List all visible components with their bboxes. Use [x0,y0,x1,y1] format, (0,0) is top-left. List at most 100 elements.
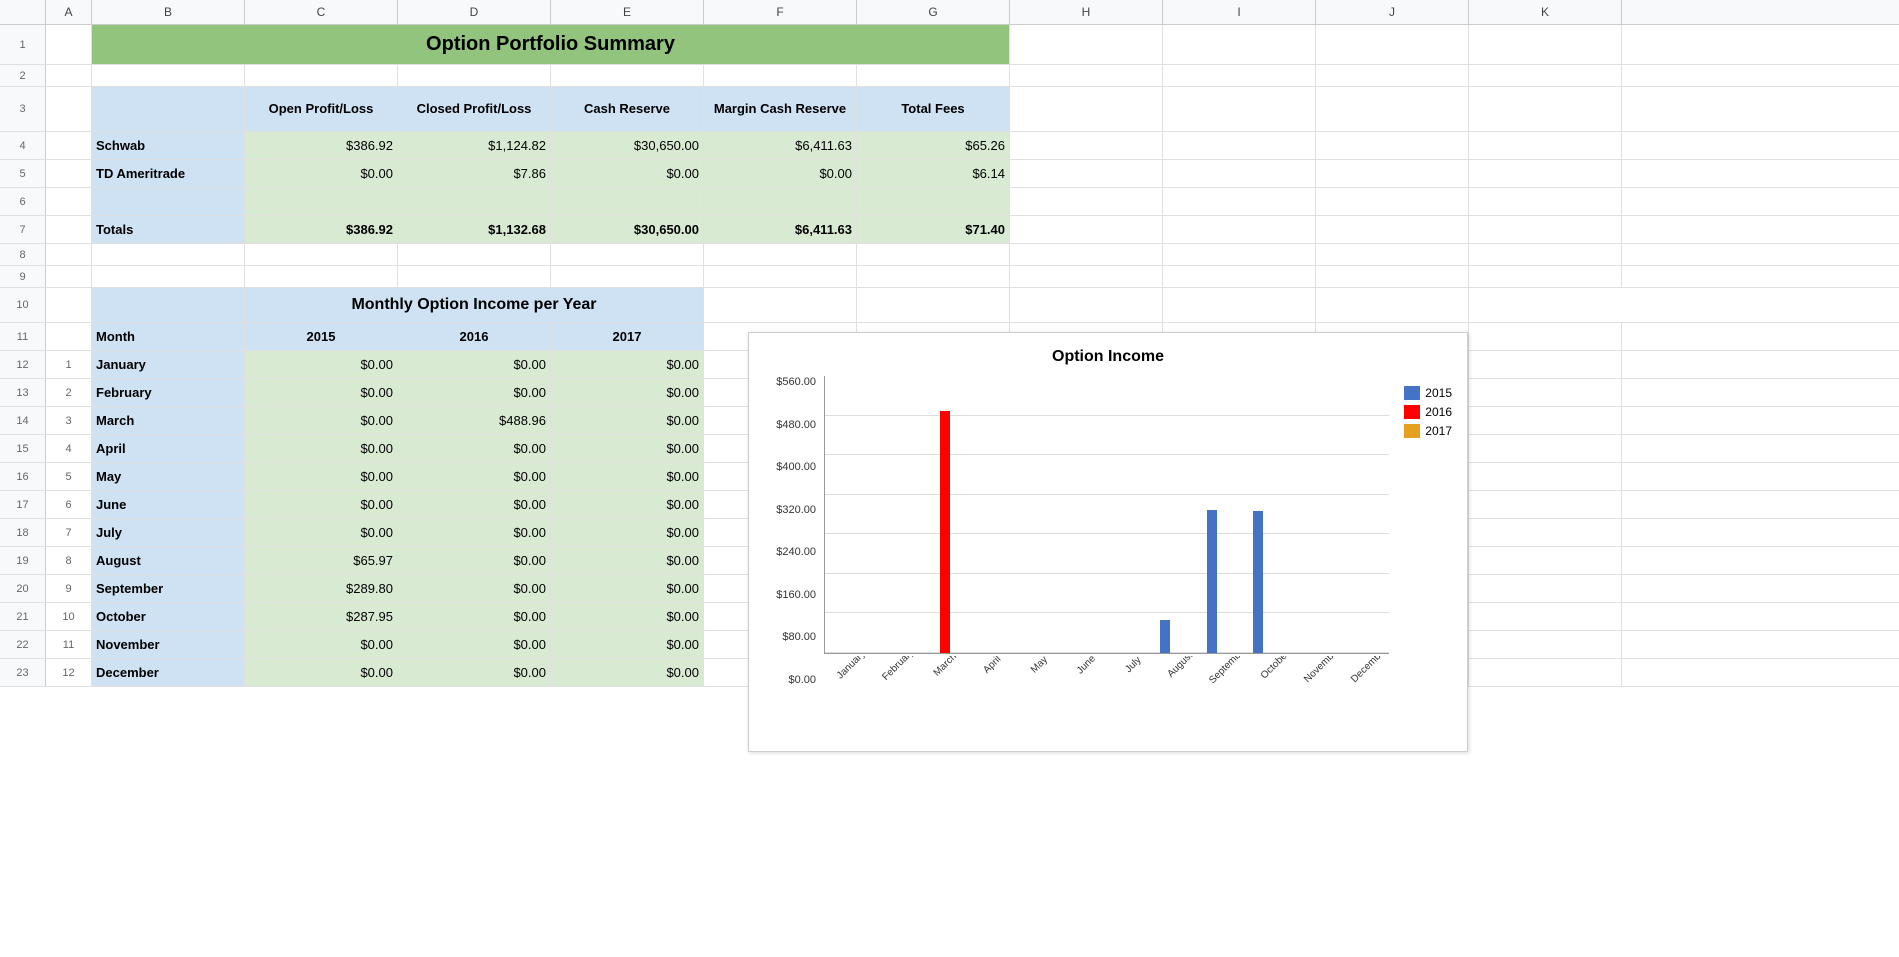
col-header-i: I [1163,0,1316,24]
r11-month: Month [92,323,245,350]
legend-item: 2015 [1404,386,1452,400]
r1-h [1010,25,1163,64]
r1-k [1469,25,1622,64]
row-8: 8 [0,244,1899,266]
chart-legend: 2015 2016 2017 [1404,376,1452,716]
legend-color-box [1404,386,1420,400]
bar-2015-september [1207,510,1217,653]
column-headers: A B C D E F G H I J K [0,0,1899,25]
legend-label: 2017 [1425,424,1452,438]
title-cell: Option Portfolio Summary [92,25,1010,64]
r5-label: TD Ameritrade [92,160,245,187]
r11-y2016: 2016 [398,323,551,350]
r7-closed-pl: $1,132.68 [398,216,551,243]
legend-item: 2016 [1404,405,1452,419]
month-bar-group [1338,376,1384,653]
chart-title: Option Income [764,348,1452,366]
r5-closed-pl: $7.86 [398,160,551,187]
r7-fees: $71.40 [857,216,1010,243]
r7-cash: $30,650.00 [551,216,704,243]
r3-g: Total Fees [857,87,1010,131]
r11-y2017: 2017 [551,323,704,350]
col-header-b: B [92,0,245,24]
row-2: 2 [0,65,1899,87]
row-9: 9 [0,266,1899,288]
col-header-a: A [46,0,92,24]
bar-2015-august [1160,620,1170,653]
row-1: 1 Option Portfolio Summary [0,25,1899,65]
r4-fees: $65.26 [857,132,1010,159]
r5-open-pl: $0.00 [245,160,398,187]
row-3: 3 Open Profit/Loss Closed Profit/Loss Ca… [0,87,1899,132]
month-bar-group [1246,376,1292,653]
month-bar-group [1200,376,1246,653]
bar-group-container [825,376,1389,653]
col-header-g: G [857,0,1010,24]
y-axis-label: $160.00 [776,589,816,601]
r3-e: Cash Reserve [551,87,704,131]
y-axis-label: $320.00 [776,504,816,516]
y-axis-label: $560.00 [776,376,816,388]
row-4: 4 Schwab $386.92 $1,124.82 $30,650.00 $6… [0,132,1899,160]
r3-d: Closed Profit/Loss [398,87,551,131]
r3-f: Margin Cash Reserve [704,87,857,131]
r4-label: Schwab [92,132,245,159]
r1-a [46,25,92,64]
chart-overlay: Option Income $560.00 $480.00 $400.00 $320.… [748,332,1468,752]
row-7: 7 Totals $386.92 $1,132.68 $30,650.00 $6… [0,216,1899,244]
legend-label: 2016 [1425,405,1452,419]
chart-x-labels: JanuaryFebruaryMarchAprilMayJuneJulyAugu… [824,656,1389,716]
col-header-k: K [1469,0,1622,24]
r1-j [1316,25,1469,64]
r4-cash: $30,650.00 [551,132,704,159]
y-axis-label: $80.00 [782,631,816,643]
col-header-d: D [398,0,551,24]
r1-i [1163,25,1316,64]
r11-y2015: 2015 [245,323,398,350]
col-header-j: J [1316,0,1469,24]
r4-open-pl: $386.92 [245,132,398,159]
row-6: 6 [0,188,1899,216]
col-header-c: C [245,0,398,24]
r3-c: Open Profit/Loss [245,87,398,131]
legend-label: 2015 [1425,386,1452,400]
month-bar-group [1153,376,1199,653]
bar-2015-october [1253,511,1263,653]
legend-color-box [1404,405,1420,419]
r5-fees: $6.14 [857,160,1010,187]
chart-y-axis: $560.00 $480.00 $400.00 $320.00 $240.00 $160.… [764,376,824,716]
month-bar-group [876,376,922,653]
r7-open-pl: $386.92 [245,216,398,243]
month-bar-group [830,376,876,653]
bar-2016-march [940,411,950,653]
r7-margin: $6,411.63 [704,216,857,243]
legend-item: 2017 [1404,424,1452,438]
col-header-f: F [704,0,857,24]
row-10: 10 Monthly Option Income per Year [0,288,1899,323]
legend-color-box [1404,424,1420,438]
row-5: 5 TD Ameritrade $0.00 $7.86 $0.00 $0.00 … [0,160,1899,188]
spreadsheet-title: Option Portfolio Summary [96,33,1005,56]
r5-cash: $0.00 [551,160,704,187]
chart-main: JanuaryFebruaryMarchAprilMayJuneJulyAugu… [824,376,1389,716]
y-axis-label: $480.00 [776,419,816,431]
r4-margin: $6,411.63 [704,132,857,159]
y-axis-label: $400.00 [776,461,816,473]
month-bar-group [922,376,968,653]
month-bar-group [969,376,1015,653]
y-axis-label: $0.00 [788,674,816,686]
col-header-e: E [551,0,704,24]
r3-b [92,87,245,131]
col-header-h: H [1010,0,1163,24]
month-bar-group [1107,376,1153,653]
r5-margin: $0.00 [704,160,857,187]
chart-bars-area [824,376,1389,654]
month-bar-group [1061,376,1107,653]
month-bar-group [1015,376,1061,653]
monthly-title: Monthly Option Income per Year [245,288,704,322]
month-bar-group [1292,376,1338,653]
chart-area: $560.00 $480.00 $400.00 $320.00 $240.00 $160.… [764,376,1452,716]
r7-label: Totals [92,216,245,243]
r4-closed-pl: $1,124.82 [398,132,551,159]
y-axis-label: $240.00 [776,546,816,558]
